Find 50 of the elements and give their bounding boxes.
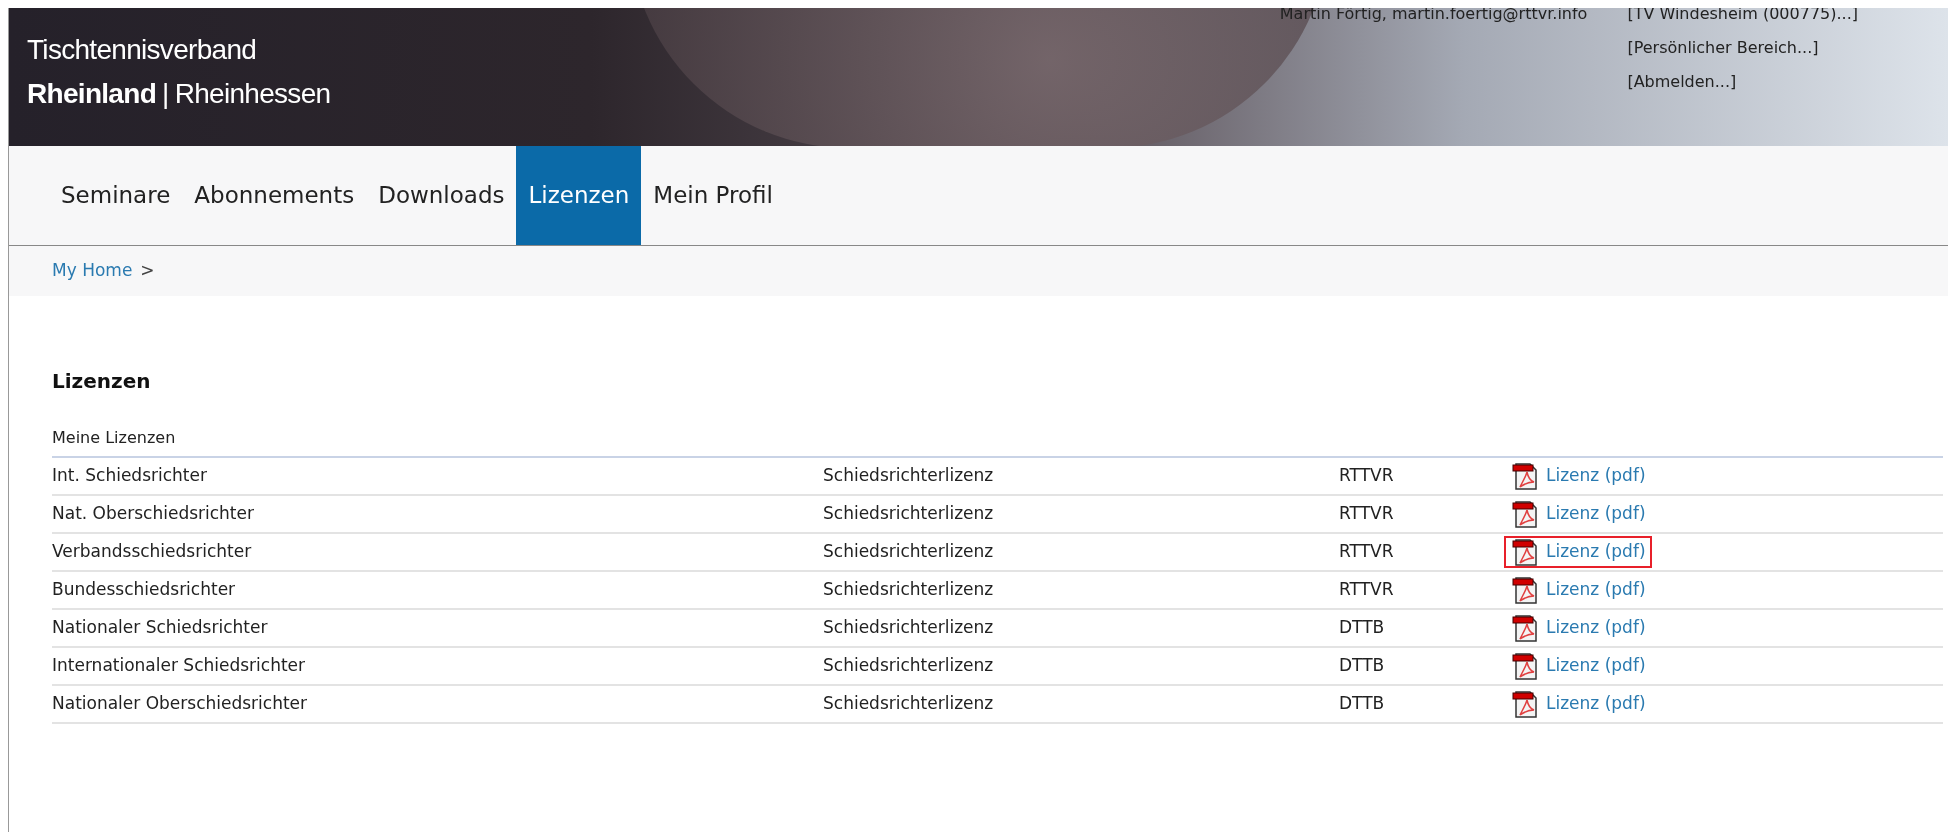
table-cell-text: Verbandsschiedsrichter (52, 540, 253, 564)
pdf-file-icon (1510, 537, 1540, 567)
table-cell-text: DTTB (1339, 616, 1386, 640)
table-cell-text: Nationaler Oberschiedsrichter (52, 692, 309, 716)
table-cell-text: RTTVR (1339, 540, 1395, 564)
nav-tab[interactable]: Seminare (49, 146, 183, 245)
pdf-link[interactable]: Lizenz (pdf) (1504, 612, 1652, 644)
breadcrumb-link[interactable]: My Home (52, 258, 133, 284)
table-cell-text: Schiedsrichterlizenz (823, 654, 995, 678)
nav-tab[interactable]: Lizenzen (516, 146, 642, 245)
pdf-link[interactable]: Lizenz (pdf) (1504, 688, 1652, 720)
table-cell-text: Nat. Oberschiedsrichter (52, 502, 255, 526)
logo-text: Tischtennisverband (27, 33, 258, 67)
pdf-file-icon (1510, 575, 1540, 605)
table-cell-text: Schiedsrichterlizenz (823, 464, 995, 488)
pdf-file-icon (1510, 689, 1540, 719)
page-title: Lizenzen (52, 368, 152, 395)
header-link[interactable]: [Persönlicher Bereich...] (1627, 36, 1858, 60)
table-cell-text: RTTVR (1339, 578, 1395, 602)
table-cell-text: RTTVR (1339, 502, 1395, 526)
table-cell-text: Schiedsrichterlizenz (823, 578, 995, 602)
pdf-file-icon (1510, 499, 1540, 529)
logo-text: Rheinhessen (174, 77, 331, 111)
pdf-file-icon (1510, 461, 1540, 491)
pdf-link[interactable]: Lizenz (pdf) (1504, 536, 1652, 568)
header-link[interactable]: [Abmelden...] (1627, 70, 1858, 94)
table-cell-text: Schiedsrichterlizenz (823, 540, 995, 564)
table-cell-text: Internationaler Schiedsrichter (52, 654, 307, 678)
table-cell-text: Schiedsrichterlizenz (823, 502, 995, 526)
table-cell-text: Schiedsrichterlizenz (823, 616, 995, 640)
breadcrumb-separator: > (140, 259, 155, 283)
pdf-link[interactable]: Lizenz (pdf) (1504, 574, 1652, 606)
table-cell-text: Schiedsrichterlizenz (823, 692, 995, 716)
pdf-file-icon (1510, 651, 1540, 681)
pdf-link[interactable]: Lizenz (pdf) (1504, 498, 1652, 530)
table-cell-text: Nationaler Schiedsrichter (52, 616, 269, 640)
logo-separator: | (162, 77, 169, 111)
pdf-link[interactable]: Lizenz (pdf) (1504, 460, 1652, 492)
table-cell-text: Int. Schiedsrichter (52, 464, 208, 488)
table-cell-text: Bundesschiedsrichter (52, 578, 237, 602)
nav-tab[interactable]: Mein Profil (641, 146, 785, 245)
table-cell-text: DTTB (1339, 654, 1386, 678)
table-caption: Meine Lizenzen (52, 426, 1943, 458)
pdf-file-icon (1510, 613, 1540, 643)
table-cell-text: DTTB (1339, 692, 1386, 716)
nav-tab[interactable]: Abonnements (182, 146, 367, 245)
table-cell-text: RTTVR (1339, 464, 1395, 488)
nav-tab[interactable]: Downloads (366, 146, 517, 245)
pdf-link[interactable]: Lizenz (pdf) (1504, 650, 1652, 682)
logo-text: Rheinland (27, 77, 157, 111)
